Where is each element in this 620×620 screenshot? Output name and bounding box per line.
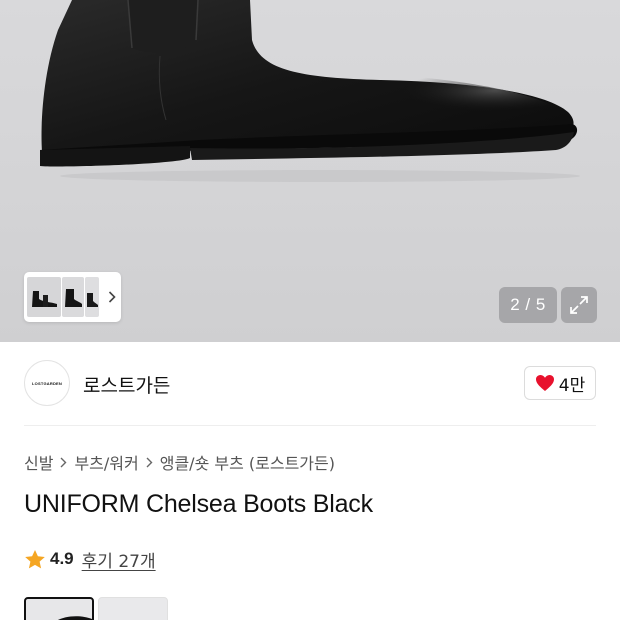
breadcrumb-item-category[interactable]: 신발 xyxy=(24,450,53,474)
color-option[interactable] xyxy=(98,597,168,620)
chevron-right-icon xyxy=(146,457,153,468)
heart-icon xyxy=(535,375,554,391)
chevron-right-icon[interactable] xyxy=(106,290,118,304)
product-image-gallery[interactable]: 2 / 5 xyxy=(0,0,620,342)
review-count-link[interactable]: 후기 27개 xyxy=(82,547,156,572)
color-option-selected[interactable] xyxy=(24,597,94,620)
divider xyxy=(24,425,596,426)
color-options xyxy=(24,597,172,620)
thumbnail-image[interactable] xyxy=(62,277,84,317)
thumbnail-image[interactable] xyxy=(27,277,61,317)
breadcrumb: 신발 부츠/워커 앵클/숏 부츠 (로스트가든) xyxy=(24,451,335,473)
brand-name[interactable]: 로스트가든 xyxy=(83,371,170,398)
rating-value: 4.9 xyxy=(50,549,74,568)
like-count: 4만 xyxy=(558,375,586,396)
brand-row[interactable]: LOSTGARDEN 로스트가든 4만 xyxy=(24,358,598,408)
star-icon xyxy=(25,549,45,568)
breadcrumb-item-subcategory[interactable]: 부츠/워커 xyxy=(74,450,138,474)
image-counter: 2 / 5 xyxy=(499,287,557,323)
like-button[interactable]: 4만 xyxy=(524,366,596,400)
thumbnail-image[interactable] xyxy=(85,277,99,317)
product-title: UNIFORM Chelsea Boots Black xyxy=(24,490,373,518)
expand-icon[interactable] xyxy=(561,287,597,323)
rating-row: 4.9 후기 27개 xyxy=(24,546,156,572)
brand-logo[interactable]: LOSTGARDEN xyxy=(24,360,70,406)
thumbnail-strip[interactable] xyxy=(24,272,121,322)
chevron-right-icon xyxy=(60,457,67,468)
brand-logo-text: LOSTGARDEN xyxy=(32,380,62,386)
breadcrumb-item-current[interactable]: 앵클/숏 부츠 (로스트가든) xyxy=(160,450,335,474)
